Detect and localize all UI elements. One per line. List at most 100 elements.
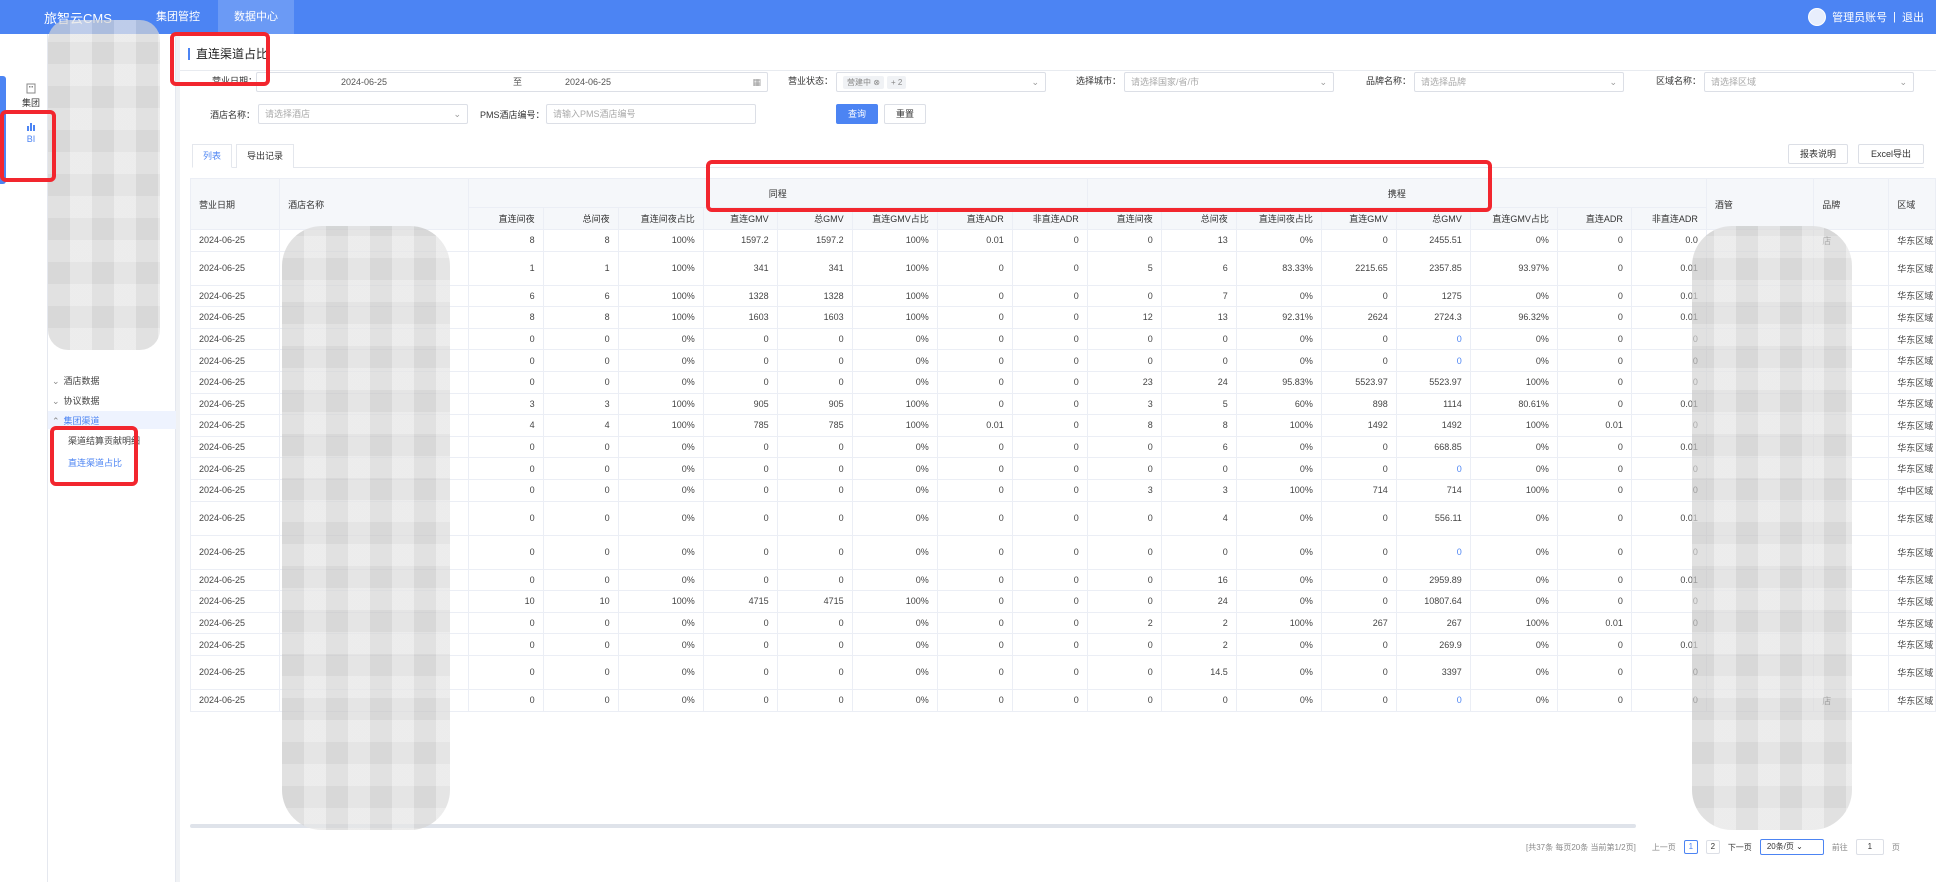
table-row[interactable]: 2024-06-25 0 0 0% 0 0 0% 0 0 23 24 95.83% 5523.97 552…: [190, 370, 1936, 394]
col-brand-header[interactable]: 品牌: [1813, 178, 1890, 230]
avatar[interactable]: [1808, 8, 1827, 26]
cell-tongcheng: 0%: [617, 688, 704, 712]
cell-tongcheng: 0: [776, 349, 853, 372]
cell-tongcheng: 0: [467, 478, 544, 502]
prev-page-button[interactable]: 上一页: [1652, 842, 1676, 853]
region-select[interactable]: 请选择区域 ⌄: [1704, 72, 1914, 92]
table-row[interactable]: 2024-06-25 0 0 0% 0 0 0% 0 0 0 6 0% 0 668.85 0% 0 0.01 华东…: [190, 435, 1936, 459]
chevron-down-icon: ⌄: [1031, 77, 1039, 87]
table-row[interactable]: 2024-06-25 10 10 100% 4715 4715 100% 0 0 0 24 0% 0 10…: [190, 590, 1936, 613]
cell-ctrip: 24: [1160, 590, 1237, 613]
cell-ctrip: 95.83%: [1235, 370, 1322, 394]
cell-ctrip: 3: [1086, 478, 1162, 502]
table-row[interactable]: 2024-06-25000%000%00000%000%00华东区域: [190, 327, 1936, 351]
tab-list[interactable]: 列表: [192, 144, 233, 168]
cell-tongcheng: 0: [467, 435, 544, 459]
tab-export-records[interactable]: 导出记录: [236, 144, 295, 168]
table-row[interactable]: 2024-06-25000%000%00000%000%00华东区域: [190, 457, 1936, 480]
cell-ctrip: 0: [1320, 534, 1397, 570]
cell-ctrip: 3: [1086, 392, 1162, 416]
table-row[interactable]: 2024-06-25000%000%00000%000%00店华东区域: [190, 688, 1936, 712]
cell-tongcheng: 0: [776, 654, 853, 690]
rail-item-group[interactable]: 集团: [14, 82, 48, 109]
cell-ctrip: 0: [1320, 284, 1397, 308]
cell-tongcheng: 0: [936, 568, 1013, 592]
table-row[interactable]: 2024-06-25000%000%0033100%714714100%00华中…: [190, 478, 1936, 502]
table-row[interactable]: 2024-06-25 0 0 0% 0 0 0% 0 0 0 4 0% 0 556.11 0% 0 0.01 华东…: [190, 500, 1936, 536]
table-row[interactable]: 2024-06-25 0 0 0% 0 0 0% 0 0 0 2 0% 0 269.9 0% 0 0.01 华东区…: [190, 633, 1936, 656]
table-row[interactable]: 2024-06-25 0 0 0% 0 0 0% 0 0 0 16 0% 0 2959.89 0% 0 0.01…: [190, 568, 1936, 592]
logout-link[interactable]: 退出: [1902, 9, 1924, 25]
cell-tongcheng: 0: [936, 306, 1013, 329]
col-hotel-header[interactable]: 酒店名称: [279, 178, 469, 230]
cell-ctrip: 0%: [1235, 500, 1322, 536]
tongcheng-subheader[interactable]: 总间夜: [542, 207, 619, 230]
cell-ctrip: 0: [1556, 435, 1632, 459]
query-button[interactable]: 查询: [836, 104, 878, 124]
cell-ctrip: 5523.97: [1320, 370, 1397, 394]
blur-mask: [1692, 226, 1852, 830]
table-row[interactable]: 2024-06-25000%000%00000%000%00华东区域: [190, 534, 1936, 570]
user-name[interactable]: 管理员账号: [1832, 9, 1887, 25]
cell-ctrip: 24: [1160, 370, 1237, 394]
report-desc-button[interactable]: 报表说明: [1788, 144, 1848, 164]
cell-ctrip: 0: [1086, 284, 1162, 308]
city-select[interactable]: 请选择国家/省/市 ⌄: [1124, 72, 1334, 92]
submenu-protocol-data[interactable]: ⌄ 协议数据: [52, 394, 100, 407]
cell-tongcheng: 0: [702, 478, 778, 502]
cell-region: 华东区域: [1888, 457, 1936, 480]
cell-tongcheng: 785: [702, 414, 778, 437]
next-page-button[interactable]: 下一页: [1728, 842, 1752, 853]
tongcheng-subheader[interactable]: 直连间夜占比: [617, 207, 704, 230]
status-select[interactable]: 营建中 ⊗ + 2 ⌄: [836, 72, 1046, 92]
cell-tongcheng: 3: [467, 392, 544, 416]
table-row[interactable]: 2024-06-25000%000%00000%000%00华东区域: [190, 349, 1936, 372]
cell-tongcheng: 0%: [851, 327, 938, 351]
cell-tongcheng: 0: [1011, 633, 1088, 656]
brand-select[interactable]: 请选择品牌 ⌄: [1414, 72, 1624, 92]
table-row[interactable]: 2024-06-25 1 1 100% 341 341 100% 0 0 5 6 83.33% 2215…: [190, 250, 1936, 286]
cell-tongcheng: 0%: [851, 654, 938, 690]
table-body: 2024-06-25 8 8 100% 1597.2 1597.2 100% 0.01 0 0 13…: [190, 229, 1936, 712]
goto-page-input[interactable]: 1: [1855, 839, 1884, 855]
col-manager-header[interactable]: 酒管: [1705, 178, 1815, 230]
cell-tongcheng: 0: [702, 654, 778, 690]
nav-data-center[interactable]: 数据中心: [218, 0, 294, 34]
table-row[interactable]: 2024-06-25 8 8 100% 1603 1603 100% 0 0 12 13 92.31%…: [190, 306, 1936, 329]
table-row[interactable]: 2024-06-25 3 3 100% 905 905 100% 0 0 3 5 60% 898 1114…: [190, 392, 1936, 416]
cell-ctrip: 16: [1160, 568, 1237, 592]
cell-tongcheng: 0%: [617, 327, 704, 351]
cell-tongcheng: 0%: [851, 633, 938, 656]
reset-button[interactable]: 重置: [884, 104, 926, 124]
pms-input[interactable]: 请输入PMS酒店编号: [546, 104, 756, 124]
table-row[interactable]: 2024-06-25 8 8 100% 1597.2 1597.2 100% 0.01 0 0 13…: [190, 229, 1936, 252]
cell-tongcheng: 100%: [617, 250, 704, 286]
cell-region: 华东区域: [1888, 306, 1936, 329]
cell-ctrip: 3397: [1395, 654, 1471, 690]
cell-tongcheng: 0: [1011, 435, 1088, 459]
cell-ctrip: 0: [1556, 306, 1632, 329]
cell-tongcheng: 0%: [851, 688, 938, 712]
tongcheng-subheader[interactable]: 直连间夜: [467, 207, 544, 230]
cell-tongcheng: 0%: [617, 370, 704, 394]
col-region-header[interactable]: 区域: [1888, 178, 1936, 230]
excel-export-button[interactable]: Excel导出: [1858, 144, 1924, 164]
page-1-button[interactable]: 1: [1683, 840, 1698, 854]
cell-ctrip: 0%: [1469, 590, 1558, 613]
cell-ctrip: 13: [1160, 229, 1237, 252]
submenu-hotel-data[interactable]: ⌄ 酒店数据: [52, 374, 100, 387]
page-size-select[interactable]: 20条/页 ⌄: [1759, 839, 1824, 855]
ctrip-subheader[interactable]: 非直连ADR: [1630, 207, 1707, 230]
cell-tongcheng: 0%: [851, 478, 938, 502]
table-row[interactable]: 2024-06-25000%000%00014.50%033970%00华东区域: [190, 654, 1936, 690]
cell-ctrip: 0.01: [1556, 611, 1632, 635]
ctrip-subheader[interactable]: 直连ADR: [1556, 207, 1632, 230]
table-row[interactable]: 2024-06-25 4 4 100% 785 785 100% 0.01 0 8 8 100% 149…: [190, 414, 1936, 437]
cell-date: 2024-06-25: [190, 327, 281, 351]
page-2-button[interactable]: 2: [1705, 840, 1720, 854]
table-row[interactable]: 2024-06-25 6 6 100% 1328 1328 100% 0 0 0 7 0% 0 1275 0…: [190, 284, 1936, 308]
date-range-picker[interactable]: 2024-06-25 至 2024-06-25 ▦: [256, 72, 768, 92]
col-date-header[interactable]: 营业日期: [190, 178, 281, 230]
table-row[interactable]: 2024-06-25 0 0 0% 0 0 0% 0 0 2 2 100% 267 267 100% 0.01…: [190, 611, 1936, 635]
hotel-select[interactable]: 请选择酒店 ⌄: [258, 104, 468, 124]
